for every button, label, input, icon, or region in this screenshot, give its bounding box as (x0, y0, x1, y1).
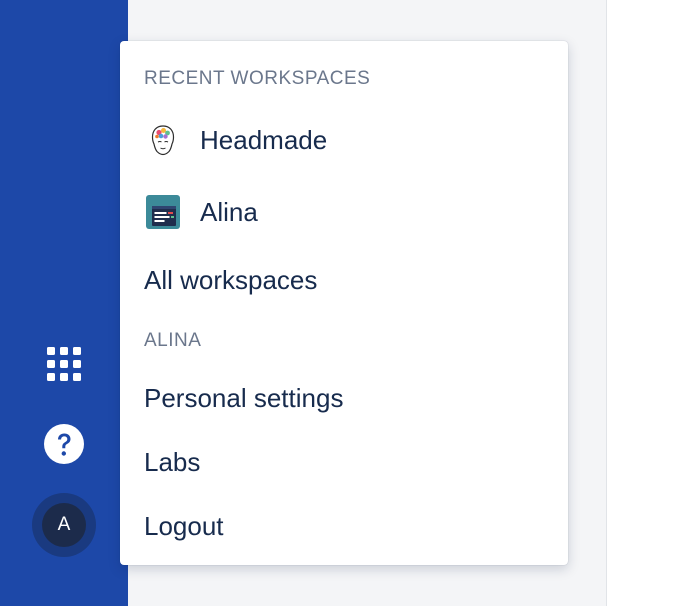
workspace-item-label: Headmade (200, 125, 328, 155)
workspace-item-alina[interactable]: Alina (144, 190, 568, 234)
profile-button[interactable]: A (32, 493, 96, 557)
help-question-icon (44, 424, 84, 464)
page: A RECENT WORKSPACES Headmade Alina All w… (0, 0, 676, 606)
alina-logo-icon (146, 195, 180, 229)
headmade-logo-icon (151, 125, 175, 156)
account-section-heading: ALINA (144, 330, 202, 351)
all-workspaces-link[interactable]: All workspaces (144, 258, 568, 302)
labs-link[interactable]: Labs (144, 440, 568, 484)
avatar: A (42, 503, 86, 547)
right-panel (607, 0, 676, 606)
workspace-item-headmade[interactable]: Headmade (144, 118, 568, 162)
logout-link[interactable]: Logout (144, 504, 568, 548)
help-button[interactable] (44, 424, 84, 464)
personal-settings-link[interactable]: Personal settings (144, 376, 568, 420)
global-sidebar: A (0, 0, 128, 606)
workspace-item-label: Alina (200, 197, 258, 227)
app-switcher-grid-icon (47, 347, 81, 381)
recent-workspaces-heading: RECENT WORKSPACES (144, 68, 371, 89)
app-switcher-button[interactable] (46, 346, 82, 382)
account-dropdown-menu: RECENT WORKSPACES Headmade Alina All wor… (120, 41, 568, 565)
